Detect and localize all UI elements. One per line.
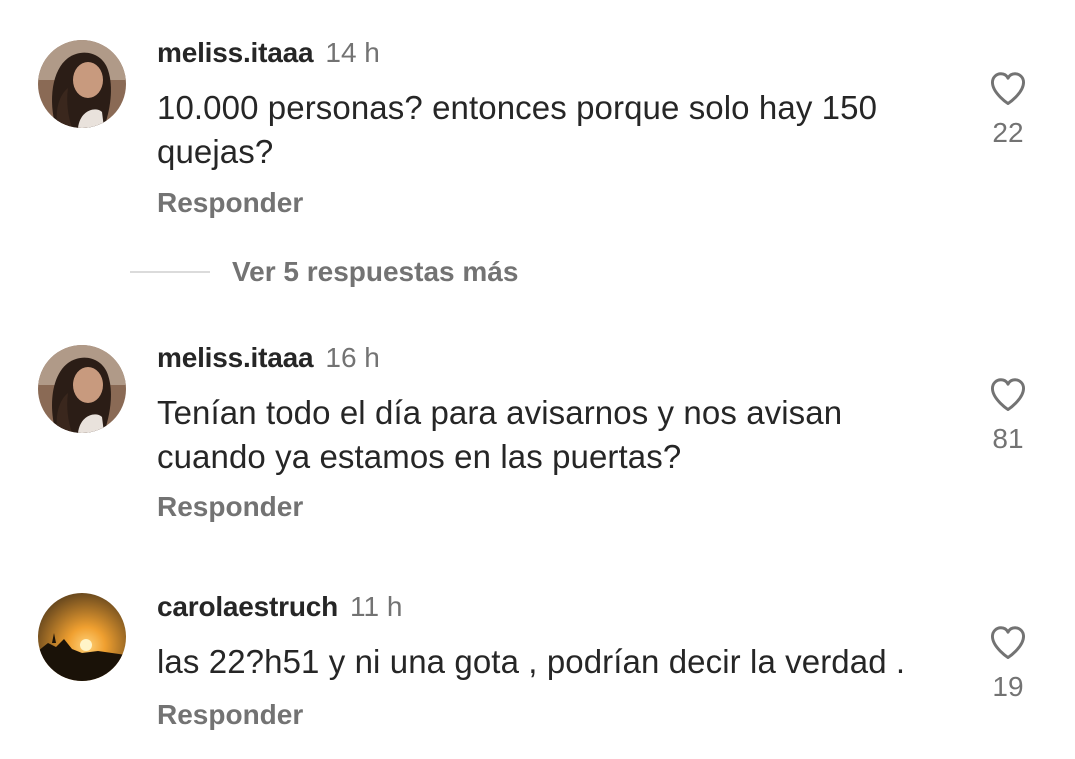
heart-outline-icon[interactable] xyxy=(988,624,1028,660)
comment-text: 10.000 personas? entonces porque solo ha… xyxy=(157,89,878,170)
view-more-replies-label: Ver 5 respuestas más xyxy=(232,256,519,287)
username[interactable]: meliss.itaaa xyxy=(157,37,314,68)
reply-button[interactable]: Responder xyxy=(157,698,303,732)
view-more-replies-button[interactable]: Ver 5 respuestas más xyxy=(130,254,518,290)
timestamp: 11 h xyxy=(350,591,403,622)
like-count: 81 xyxy=(992,423,1024,454)
avatar-photo-woman xyxy=(38,345,126,433)
avatar-photo-sunset xyxy=(38,593,126,681)
like-count: 19 xyxy=(992,671,1024,702)
comment-meta: meliss.itaaa 14 h xyxy=(157,36,380,70)
like-button[interactable]: 19 xyxy=(980,624,1036,704)
timestamp: 14 h xyxy=(325,37,380,68)
comment-meta: carolaestruch 11 h xyxy=(157,590,402,624)
comment-text: Tenían todo el día para avisarnos y nos … xyxy=(157,394,843,475)
reply-button[interactable]: Responder xyxy=(157,490,303,524)
username[interactable]: carolaestruch xyxy=(157,591,338,622)
like-button[interactable]: 22 xyxy=(980,70,1036,150)
avatar[interactable] xyxy=(38,593,126,681)
comment-text: las 22?h51 y ni una gota , podrían decir… xyxy=(157,643,906,680)
divider-line xyxy=(130,271,210,273)
comment-meta: meliss.itaaa 16 h xyxy=(157,341,380,375)
heart-outline-icon[interactable] xyxy=(988,376,1028,412)
like-count: 22 xyxy=(992,117,1024,148)
like-button[interactable]: 81 xyxy=(980,376,1036,456)
avatar-photo-woman xyxy=(38,40,126,128)
avatar[interactable] xyxy=(38,345,126,433)
heart-outline-icon[interactable] xyxy=(988,70,1028,106)
reply-button[interactable]: Responder xyxy=(157,186,303,220)
username[interactable]: meliss.itaaa xyxy=(157,342,314,373)
timestamp: 16 h xyxy=(325,342,380,373)
avatar[interactable] xyxy=(38,40,126,128)
